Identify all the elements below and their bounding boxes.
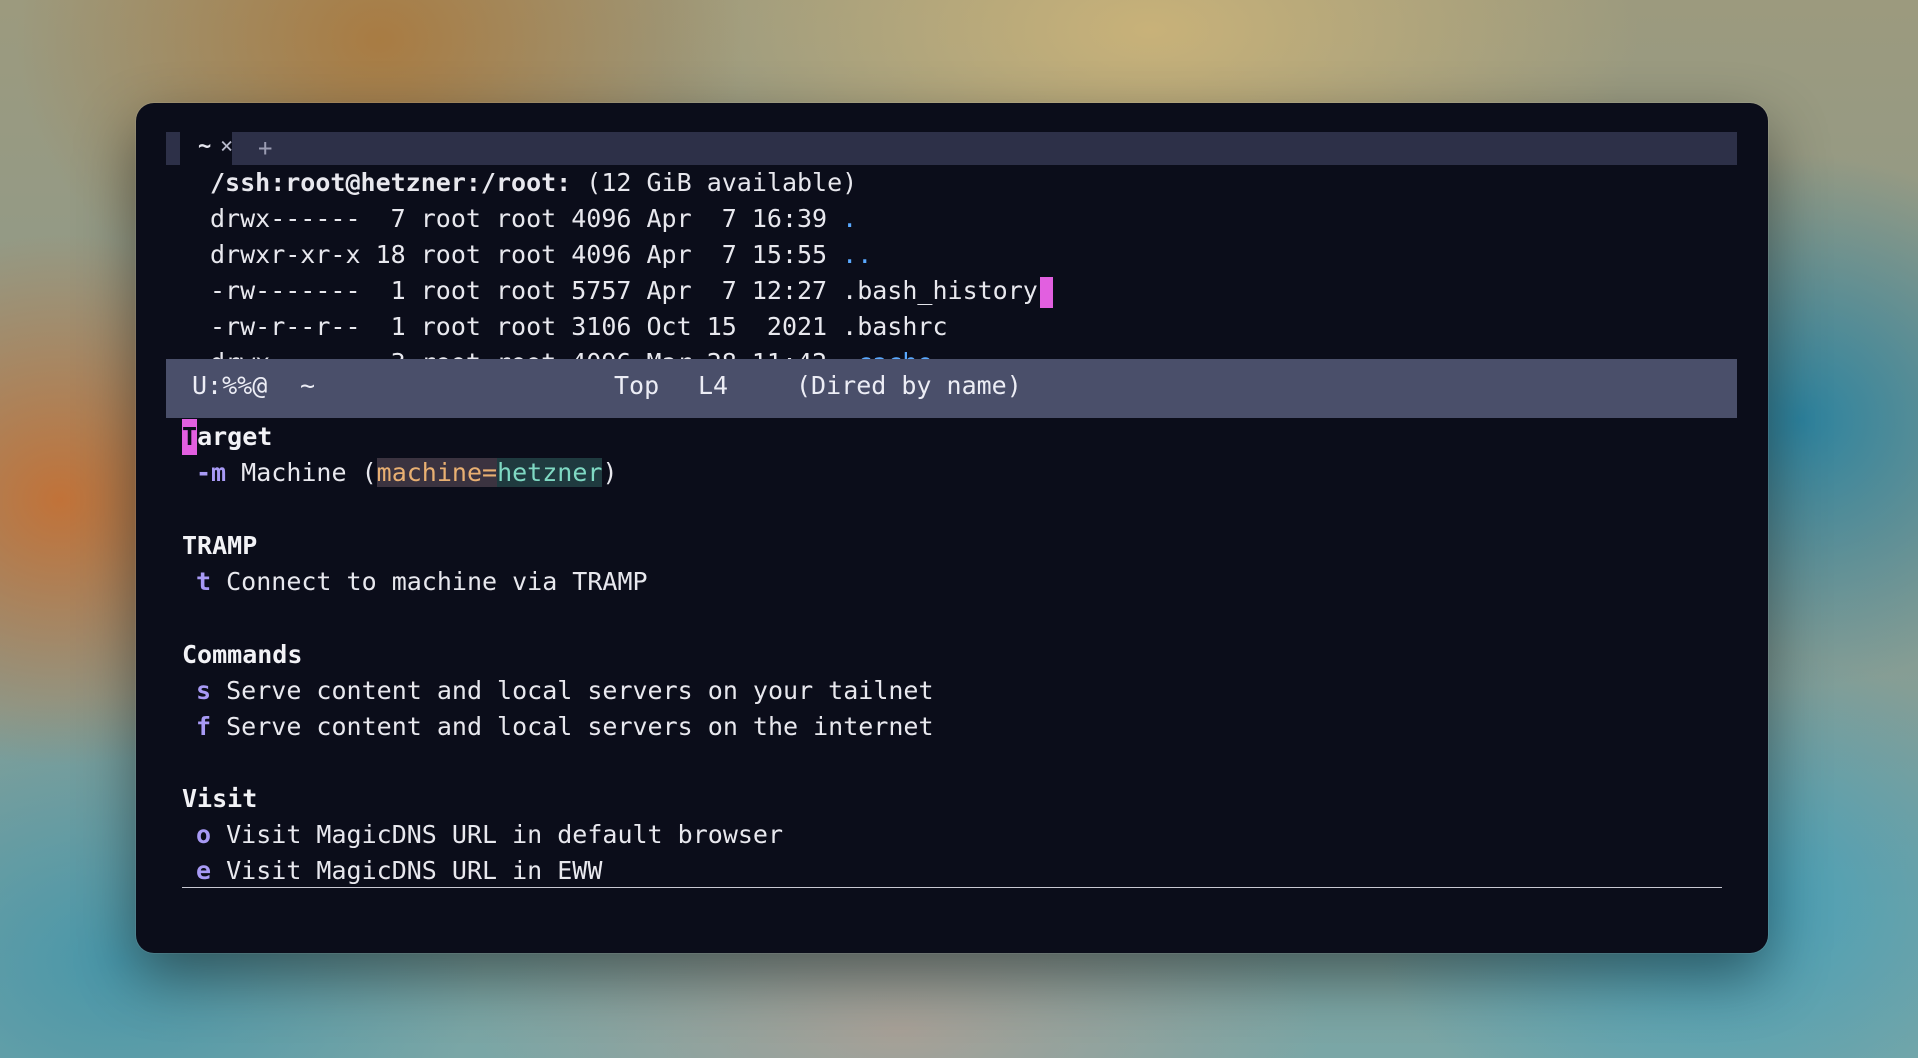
dired-header: /ssh:root@hetzner:/root: (12 GiB availab… bbox=[210, 165, 857, 201]
command-key[interactable]: o bbox=[196, 820, 211, 849]
dired-row[interactable]: -rw------- 1 root root 5757 Apr 7 12:27 … bbox=[210, 273, 1053, 309]
dired-row-meta: -rw-r--r-- 1 root root 3106 Oct 15 2021 bbox=[210, 312, 843, 341]
transient-separator bbox=[182, 887, 1722, 888]
option-key[interactable]: -m bbox=[196, 458, 226, 487]
transient-command[interactable]: t Connect to machine via TRAMP bbox=[196, 564, 648, 600]
arg-value: hetzner bbox=[497, 458, 603, 487]
option-label: Machine bbox=[241, 458, 347, 487]
dired-header-available: (12 GiB available) bbox=[571, 168, 858, 197]
dired-row-name[interactable]: .bash_history bbox=[842, 276, 1038, 305]
transient-command[interactable]: e Visit MagicDNS URL in EWW bbox=[196, 853, 602, 889]
dired-row[interactable]: drwx------ 7 root root 4096 Apr 7 16:39 … bbox=[210, 201, 857, 237]
modeline-status: U:%%@ bbox=[192, 371, 268, 400]
dired-buffer[interactable]: /ssh:root@hetzner:/root: (12 GiB availab… bbox=[136, 103, 1768, 359]
command-key[interactable]: f bbox=[196, 712, 211, 741]
modeline-buffer: ~ bbox=[300, 371, 316, 400]
transient-command[interactable]: s Serve content and local servers on you… bbox=[196, 673, 934, 709]
section-heading-visit: Visit bbox=[182, 784, 258, 813]
arg-name: machine= bbox=[376, 458, 498, 487]
dired-row[interactable]: drwxr-xr-x 18 root root 4096 Apr 7 15:55… bbox=[210, 237, 872, 273]
modeline-mode: (Dired by name) bbox=[796, 371, 1022, 400]
dired-row-name[interactable]: . bbox=[842, 204, 857, 233]
mode-line: U:%%@ ~ Top L4 (Dired by name) bbox=[166, 359, 1737, 418]
transient-command[interactable]: o Visit MagicDNS URL in default browser bbox=[196, 817, 783, 853]
dired-row-meta: drwx------ 7 root root 4096 Apr 7 16:39 bbox=[210, 204, 843, 233]
command-label: Serve content and local servers on the i… bbox=[226, 712, 934, 741]
command-label: Visit MagicDNS URL in default browser bbox=[226, 820, 784, 849]
command-key[interactable]: t bbox=[196, 567, 211, 596]
section-heading-tramp: TRAMP bbox=[182, 531, 258, 560]
section-heading-commands: Commands bbox=[182, 640, 303, 669]
dired-row[interactable]: -rw-r--r-- 1 root root 3106 Oct 15 2021 … bbox=[210, 309, 948, 345]
cursor-char: T bbox=[182, 419, 198, 455]
paren-close: ) bbox=[602, 458, 618, 487]
dired-header-path: /ssh:root@hetzner:/root: bbox=[210, 168, 572, 197]
dired-row-name[interactable]: .bashrc bbox=[842, 312, 947, 341]
transient-command[interactable]: f Serve content and local servers on the… bbox=[196, 709, 934, 745]
section-heading-rest: arget bbox=[197, 422, 273, 451]
paren-open: ( bbox=[361, 458, 377, 487]
dired-row-name[interactable]: .. bbox=[842, 240, 872, 269]
command-label: Connect to machine via TRAMP bbox=[226, 567, 648, 596]
command-label: Serve content and local servers on your … bbox=[226, 676, 934, 705]
modeline-position: Top bbox=[614, 371, 660, 400]
transient-option-machine[interactable]: -m Machine (machine=hetzner) bbox=[196, 455, 618, 491]
dired-row-meta: drwx------ 3 root root 4096 Mar 28 11:42 bbox=[210, 348, 842, 359]
emacs-window: ~ × + /ssh:root@hetzner:/root: (12 GiB a… bbox=[136, 103, 1768, 953]
dired-row-meta: drwxr-xr-x 18 root root 4096 Apr 7 15:55 bbox=[210, 240, 843, 269]
command-key[interactable]: e bbox=[196, 856, 211, 885]
command-key[interactable]: s bbox=[196, 676, 211, 705]
text-cursor bbox=[1039, 276, 1053, 308]
section-heading-target: Target bbox=[182, 419, 272, 455]
modeline-line: L4 bbox=[698, 371, 729, 400]
command-label: Visit MagicDNS URL in EWW bbox=[226, 856, 603, 885]
dired-row-meta: -rw------- 1 root root 5757 Apr 7 12:27 bbox=[210, 276, 843, 305]
dired-row-name[interactable]: .cache bbox=[842, 348, 932, 359]
dired-row[interactable]: drwx------ 3 root root 4096 Mar 28 11:42… bbox=[210, 345, 932, 359]
